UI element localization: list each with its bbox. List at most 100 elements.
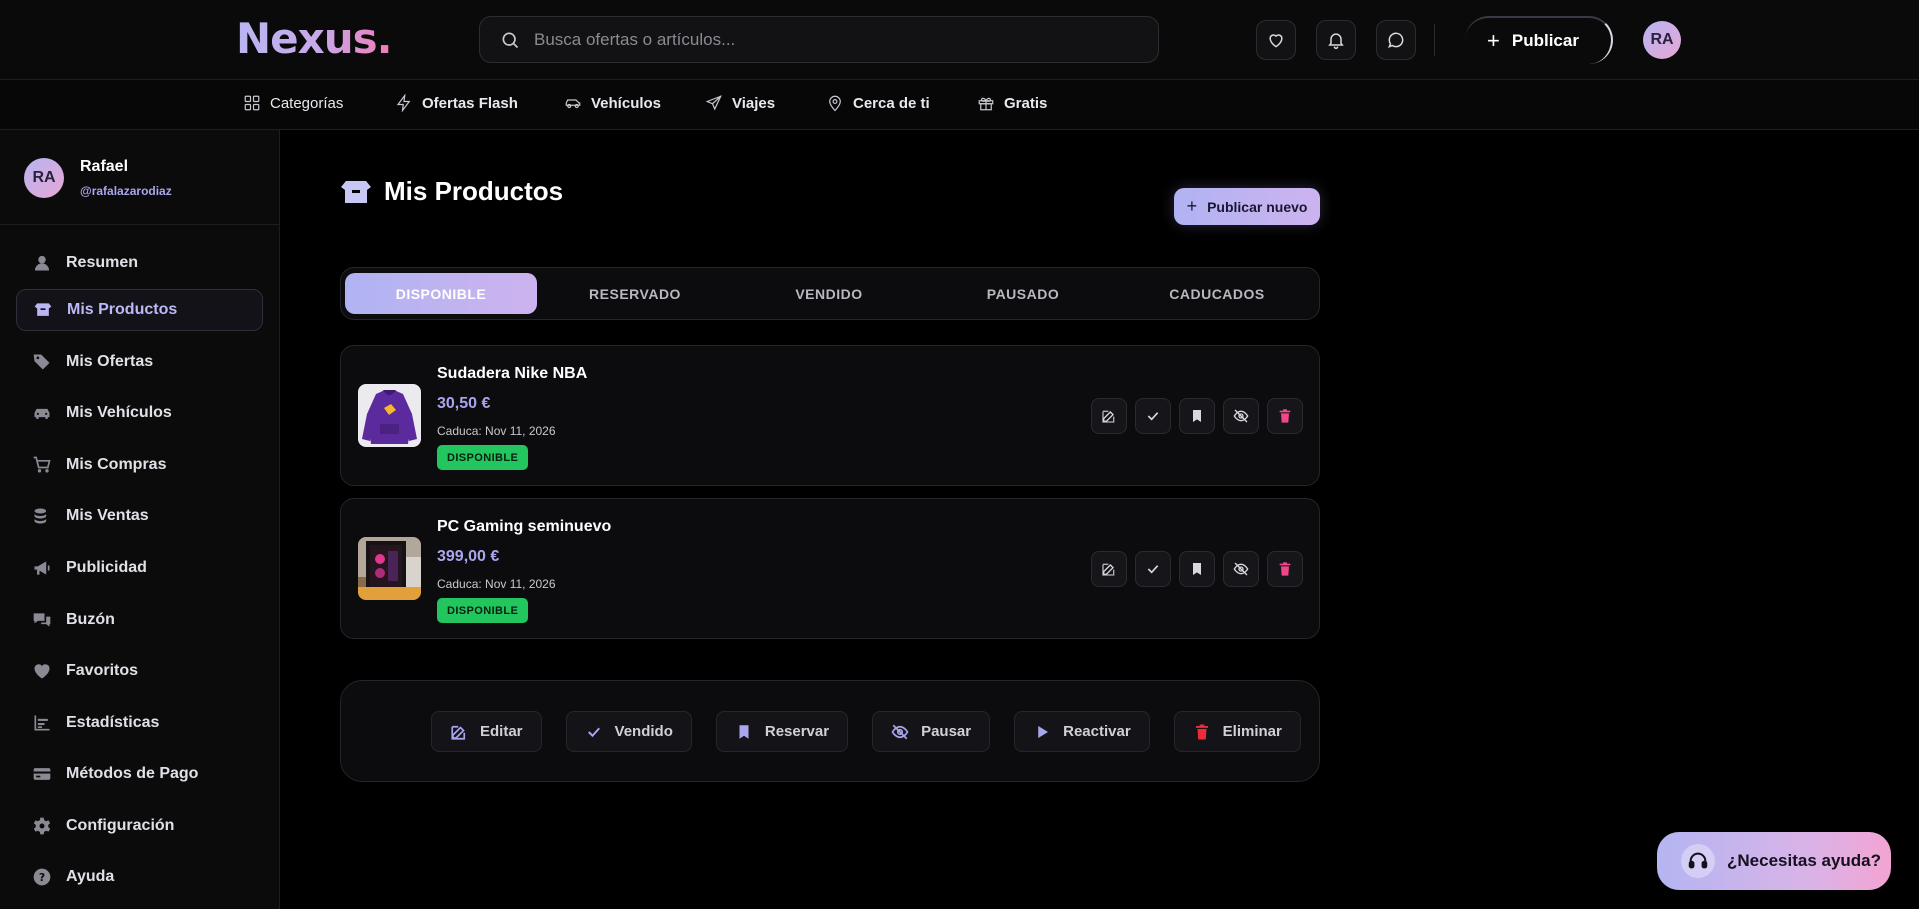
chat-bubble-icon <box>1388 32 1404 48</box>
sidebar-item-mis-vehiculos[interactable]: Mis Vehículos <box>16 392 263 434</box>
category-viajes[interactable]: Viajes <box>705 94 775 112</box>
eye-slash-icon <box>1233 562 1249 576</box>
sidebar-item-mis-ventas[interactable]: Mis Ventas <box>16 495 263 537</box>
category-label: Vehículos <box>591 94 662 112</box>
category-ofertas-flash[interactable]: Ofertas Flash <box>395 94 518 112</box>
sidebar-item-favoritos[interactable]: Favoritos <box>16 650 263 692</box>
sidebar-item-mis-ofertas[interactable]: Mis Ofertas <box>16 341 263 383</box>
product-card[interactable]: Sudadera Nike NBA 30,50 € Caduca: Nov 11… <box>340 345 1320 486</box>
category-gratis[interactable]: Gratis <box>977 94 1047 112</box>
edit-button[interactable] <box>1091 551 1127 587</box>
header-divider <box>1434 24 1435 56</box>
user-avatar[interactable]: RA <box>1643 21 1681 59</box>
tags-icon <box>33 354 50 370</box>
legend-label: Eliminar <box>1222 723 1282 740</box>
sidebar-item-configuracion[interactable]: Configuración <box>16 805 263 847</box>
product-title[interactable]: PC Gaming seminuevo <box>437 518 611 536</box>
publish-new-button[interactable]: + Publicar nuevo <box>1174 188 1320 225</box>
sidebar-item-label: Mis Ventas <box>66 507 149 524</box>
sidebar-item-label: Mis Ofertas <box>66 353 154 370</box>
sidebar-profile[interactable]: RA Rafael @rafalazarodiaz <box>24 158 172 198</box>
eye-slash-icon <box>891 724 909 739</box>
legend-vendido: Vendido <box>565 711 692 752</box>
tab-disponible[interactable]: DISPONIBLE <box>345 273 537 314</box>
tab-vendido[interactable]: VENDIDO <box>733 273 925 314</box>
product-image[interactable] <box>358 537 421 600</box>
sidebar-item-mis-productos[interactable]: Mis Productos <box>16 289 263 331</box>
svg-text:?: ? <box>39 871 45 884</box>
bookmark-icon <box>1193 410 1201 422</box>
sidebar-item-ayuda[interactable]: ? Ayuda <box>16 856 263 898</box>
tab-reservado[interactable]: RESERVADO <box>539 273 731 314</box>
car-icon <box>565 99 581 109</box>
bar-chart-icon <box>34 715 50 731</box>
product-title[interactable]: Sudadera Nike NBA <box>437 365 587 383</box>
sidebar-item-estadisticas[interactable]: Estadísticas <box>16 702 263 744</box>
category-categorias[interactable]: Categorías <box>243 94 343 112</box>
sidebar-divider <box>0 224 280 225</box>
tab-pausado[interactable]: PAUSADO <box>927 273 1119 314</box>
pause-button[interactable] <box>1223 398 1259 434</box>
trash-icon <box>1195 724 1208 739</box>
nexus-logo[interactable]: Nexus. <box>236 14 393 63</box>
category-vehiculos[interactable]: Vehículos <box>564 94 661 112</box>
actions-legend: Editar Vendido Reservar Pausar Reactivar… <box>340 680 1320 782</box>
sidebar-item-metodos-de-pago[interactable]: Métodos de Pago <box>16 753 263 795</box>
messages-button[interactable] <box>1376 20 1416 60</box>
sidebar-item-resumen[interactable]: Resumen <box>16 242 263 284</box>
publish-button[interactable]: + Publicar <box>1465 16 1613 64</box>
plus-icon: + <box>1487 28 1500 53</box>
category-label: Ofertas Flash <box>422 94 518 112</box>
bell-icon <box>1328 33 1344 50</box>
category-cerca-de-ti[interactable]: Cerca de ti <box>826 94 930 112</box>
delete-button[interactable] <box>1267 551 1303 587</box>
headset-icon <box>1681 844 1715 878</box>
bookmark-icon <box>739 724 749 739</box>
edit-button[interactable] <box>1091 398 1127 434</box>
trash-icon <box>1279 562 1291 576</box>
help-button[interactable]: ¿Necesitas ayuda? <box>1657 832 1891 890</box>
delete-button[interactable] <box>1267 398 1303 434</box>
edit-icon <box>451 725 466 740</box>
search-bar[interactable] <box>479 16 1159 63</box>
legend-label: Editar <box>480 723 523 740</box>
sidebar-item-label: Publicidad <box>66 559 147 576</box>
sidebar-item-mis-compras[interactable]: Mis Compras <box>16 444 263 486</box>
legend-label: Vendido <box>614 723 673 740</box>
notifications-button[interactable] <box>1316 20 1356 60</box>
favorites-button[interactable] <box>1256 20 1296 60</box>
car-icon <box>34 408 50 419</box>
sidebar-item-label: Ayuda <box>66 868 115 885</box>
sidebar-item-buzon[interactable]: Buzón <box>16 599 263 641</box>
status-tabs: DISPONIBLE RESERVADO VENDIDO PAUSADO CAD… <box>340 267 1320 320</box>
pc-image <box>358 537 421 600</box>
coins-icon <box>34 508 47 524</box>
credit-card-icon <box>33 768 51 780</box>
sidebar-item-label: Buzón <box>66 611 115 628</box>
reserve-button[interactable] <box>1179 398 1215 434</box>
search-icon <box>502 32 519 48</box>
product-image[interactable] <box>358 384 421 447</box>
pause-button[interactable] <box>1223 551 1259 587</box>
product-expiry: Caduca: Nov 11, 2026 <box>437 577 556 591</box>
category-nav: Categorías Ofertas Flash Vehículos Viaje… <box>0 80 1919 130</box>
product-card[interactable]: PC Gaming seminuevo 399,00 € Caduca: Nov… <box>340 498 1320 639</box>
plane-icon <box>705 95 722 111</box>
check-icon <box>1147 412 1159 421</box>
mark-sold-button[interactable] <box>1135 551 1171 587</box>
page-title-text: Mis Productos <box>384 176 564 206</box>
product-price: 399,00 € <box>437 548 500 565</box>
trash-icon <box>1279 409 1291 423</box>
box-icon <box>34 303 52 316</box>
gear-icon <box>33 817 51 835</box>
reserve-button[interactable] <box>1179 551 1215 587</box>
publish-button-label: Publicar <box>1511 31 1579 50</box>
search-input[interactable] <box>534 29 1134 50</box>
tab-caducados[interactable]: CADUCADOS <box>1121 273 1313 314</box>
legend-editar: Editar <box>431 711 542 752</box>
top-header: Nexus. + Publicar RA <box>0 0 1919 80</box>
heart-icon <box>1269 34 1283 48</box>
sidebar-item-publicidad[interactable]: Publicidad <box>16 547 263 589</box>
mark-sold-button[interactable] <box>1135 398 1171 434</box>
legend-label: Reactivar <box>1063 723 1131 740</box>
